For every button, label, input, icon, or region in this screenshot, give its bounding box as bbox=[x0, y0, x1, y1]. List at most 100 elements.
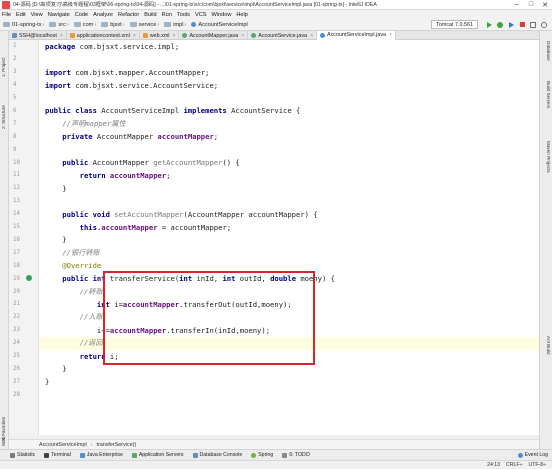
code-token: = accountMapper; bbox=[157, 222, 232, 232]
caret-position[interactable]: 24:13 bbox=[487, 462, 500, 468]
menu-help[interactable]: Help bbox=[236, 12, 248, 18]
code-line[interactable]: import com.bjsxt.mapper.AccountMapper; bbox=[39, 66, 539, 79]
code-line[interactable]: return i; bbox=[39, 350, 539, 363]
code-line[interactable]: public class AccountServiceImpl implemen… bbox=[39, 105, 539, 118]
menu-edit[interactable]: Edit bbox=[16, 12, 26, 18]
code-line[interactable]: public AccountMapper getAccountMapper() … bbox=[39, 156, 539, 169]
menu-build[interactable]: Build bbox=[144, 12, 156, 18]
close-tab-icon[interactable]: × bbox=[241, 33, 244, 39]
menu-analyze[interactable]: Analyze bbox=[93, 12, 113, 18]
file-encoding[interactable]: UTF-8÷ bbox=[528, 462, 546, 468]
maven-projects-tool-tab[interactable]: Maven Projects bbox=[546, 141, 551, 173]
code-line[interactable]: //银行转账 bbox=[39, 246, 539, 259]
code-token: AccountService { bbox=[226, 106, 301, 116]
close-button[interactable]: ✕ bbox=[538, 0, 552, 10]
code-line[interactable]: //转账 bbox=[39, 285, 539, 298]
editor-crumb-class[interactable]: AccountServiceImpl bbox=[39, 442, 87, 448]
minimize-button[interactable]: – bbox=[510, 0, 524, 10]
ant-build-tool-tab[interactable]: Ant Build bbox=[546, 336, 551, 354]
tool-window-java-enterprise[interactable]: Java Enterprise bbox=[79, 452, 123, 458]
editor-tab[interactable]: applicationcontext.xml × bbox=[67, 31, 140, 40]
tool-window-todo[interactable]: 6: TODO bbox=[282, 452, 310, 458]
debug-button[interactable] bbox=[496, 21, 504, 29]
project-tool-tab[interactable]: 1: Project bbox=[1, 58, 6, 77]
code-line[interactable]: //入账 bbox=[39, 311, 539, 324]
code-text-area[interactable]: package com.bjsxt.service.impl; import c… bbox=[39, 40, 539, 435]
nav-crumb-label: src bbox=[58, 21, 66, 28]
editor-crumb-method[interactable]: transferService() bbox=[96, 442, 136, 448]
close-tab-icon[interactable]: × bbox=[173, 33, 176, 39]
code-line[interactable]: package com.bjsxt.service.impl; bbox=[39, 40, 539, 53]
code-token: i= bbox=[109, 299, 123, 309]
override-marker-icon[interactable] bbox=[26, 275, 32, 282]
coverage-button[interactable] bbox=[507, 21, 515, 29]
editor-tab[interactable]: web.xml × bbox=[140, 31, 180, 40]
event-log-button[interactable]: Event Log bbox=[517, 452, 548, 458]
editor-gutter[interactable]: 1 2 3 4 5 6 7 8 9 10 11 12 13 14 15 16 1… bbox=[9, 40, 39, 435]
code-line[interactable]: public void setAccountMapper (AccountMapp… bbox=[39, 208, 539, 221]
tool-window-terminal[interactable]: Terminal bbox=[44, 452, 71, 458]
code-line[interactable]: return accountMapper; bbox=[39, 169, 539, 182]
database-tool-tab[interactable]: Database bbox=[546, 41, 551, 61]
close-tab-icon[interactable]: × bbox=[60, 33, 63, 39]
code-editor[interactable]: 1 2 3 4 5 6 7 8 9 10 11 12 13 14 15 16 1… bbox=[9, 40, 539, 435]
code-token: com.bjsxt.mapper.AccountMapper; bbox=[70, 67, 210, 77]
code-line[interactable]: this .accountMapper = accountMapper; bbox=[39, 221, 539, 234]
tool-window-spring[interactable]: Spring bbox=[251, 452, 273, 458]
tool-window-application-servers[interactable]: Application Servers bbox=[131, 452, 184, 458]
code-line[interactable]: i+= accountMapper .transferIn(inId,moeny); bbox=[39, 324, 539, 337]
close-tab-icon[interactable]: × bbox=[389, 32, 392, 38]
close-tab-icon[interactable]: × bbox=[133, 33, 136, 39]
line-number: 28 bbox=[13, 391, 20, 398]
menu-tools[interactable]: Tools bbox=[177, 12, 190, 18]
menu-view[interactable]: View bbox=[31, 12, 43, 18]
tool-window-label: 6: TODO bbox=[289, 452, 310, 458]
code-line[interactable]: } bbox=[39, 375, 539, 388]
build-servers-tool-tab[interactable]: Build Servers bbox=[546, 81, 551, 108]
run-config-select[interactable]: Tomcat 7.0.561 bbox=[431, 20, 478, 29]
run-button[interactable] bbox=[485, 21, 493, 29]
code-line[interactable]: } bbox=[39, 182, 539, 195]
code-line[interactable]: } bbox=[39, 363, 539, 376]
editor-tab[interactable]: AccountService.java × bbox=[248, 31, 317, 40]
menu-navigate[interactable]: Navigate bbox=[48, 12, 70, 18]
stop-button[interactable] bbox=[518, 21, 526, 29]
code-line[interactable]: } bbox=[39, 234, 539, 247]
menu-vcs[interactable]: VCS bbox=[195, 12, 207, 18]
menu-refactor[interactable]: Refactor bbox=[118, 12, 139, 18]
code-line-current[interactable]: //返回 bbox=[39, 336, 539, 350]
editor-tab[interactable]: SSH@localhost × bbox=[9, 31, 67, 40]
structure-tool-tab[interactable]: 2: Structure bbox=[1, 105, 6, 129]
code-line[interactable]: private AccountMapper accountMapper; bbox=[39, 130, 539, 143]
nav-crumb-bjsxt[interactable]: bjsxt › bbox=[101, 22, 127, 28]
code-token: public class bbox=[45, 106, 97, 116]
editor-tab[interactable]: AccountMapper.java × bbox=[179, 31, 249, 40]
tool-window-database-console[interactable]: Database Console bbox=[192, 452, 242, 458]
menu-file[interactable]: File bbox=[2, 12, 11, 18]
menu-code[interactable]: Code bbox=[75, 12, 88, 18]
editor-tab-active[interactable]: AccountServiceImpl.java × bbox=[316, 31, 396, 40]
menu-run[interactable]: Run bbox=[162, 12, 172, 18]
code-line[interactable]: @Override bbox=[39, 259, 539, 272]
maximize-button[interactable]: □ bbox=[524, 0, 538, 10]
nav-crumb-project[interactable]: 01-spring-tx › bbox=[3, 22, 47, 28]
menu-window[interactable]: Window bbox=[211, 12, 231, 18]
nav-crumb-class[interactable]: AccountServiceImpl bbox=[191, 22, 248, 28]
code-line[interactable]: import com.bjsxt.service.AccountService; bbox=[39, 79, 539, 92]
chevron-right-icon: › bbox=[157, 21, 160, 28]
nav-crumb-service[interactable]: service › bbox=[129, 21, 163, 28]
web-tool-tab[interactable]: Web bbox=[1, 437, 6, 446]
line-number: 26 bbox=[13, 365, 20, 372]
nav-crumb-src[interactable]: src › bbox=[49, 22, 71, 28]
code-line[interactable]: //声明mapper属性 bbox=[39, 117, 539, 130]
nav-crumb-com[interactable]: com › bbox=[73, 22, 99, 28]
nav-crumb-impl[interactable]: impl › bbox=[164, 22, 189, 28]
line-separator[interactable]: CRLF÷ bbox=[506, 462, 522, 468]
code-line[interactable]: int i= accountMapper .transferOut(outId,mo… bbox=[39, 298, 539, 311]
code-line[interactable]: public int transferService(int inId, int… bbox=[39, 272, 539, 285]
tool-window-statistic[interactable]: Statistic bbox=[10, 452, 35, 458]
project-structure-button[interactable] bbox=[529, 21, 537, 29]
close-tab-icon[interactable]: × bbox=[310, 33, 313, 39]
search-everywhere-button[interactable] bbox=[540, 21, 548, 29]
code-token: return bbox=[45, 170, 106, 180]
